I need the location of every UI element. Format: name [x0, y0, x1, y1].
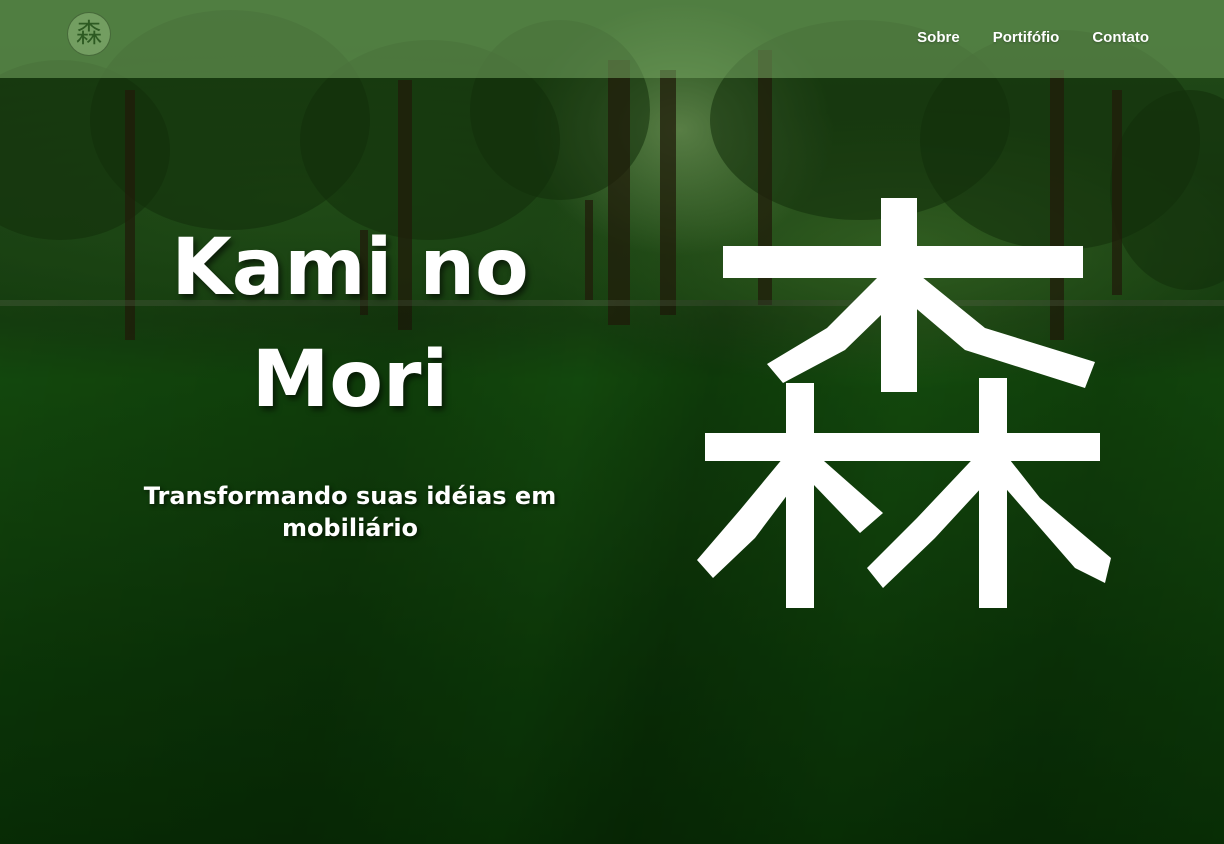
nav-link-sobre[interactable]: Sobre [917, 29, 960, 46]
logo[interactable]: 森 [67, 12, 111, 56]
nav-menu: Sobre Portifófio Contato [917, 29, 1149, 46]
forest-kanji-glyph [697, 198, 1111, 608]
forest-kanji-icon: 森 [75, 19, 102, 49]
top-navbar: 森 Sobre Portifófio Contato [0, 0, 1224, 78]
page: 森 Sobre Portifófio Contato Kami no Mori … [0, 0, 1224, 844]
forest-kanji [697, 198, 1111, 608]
nav-link-contato[interactable]: Contato [1092, 29, 1149, 46]
hero-title: Kami no Mori [171, 223, 529, 425]
hero-subtitle: Transformando suas idéias em mobiliário [143, 482, 557, 542]
nav-link-portfolio[interactable]: Portifófio [993, 29, 1060, 46]
